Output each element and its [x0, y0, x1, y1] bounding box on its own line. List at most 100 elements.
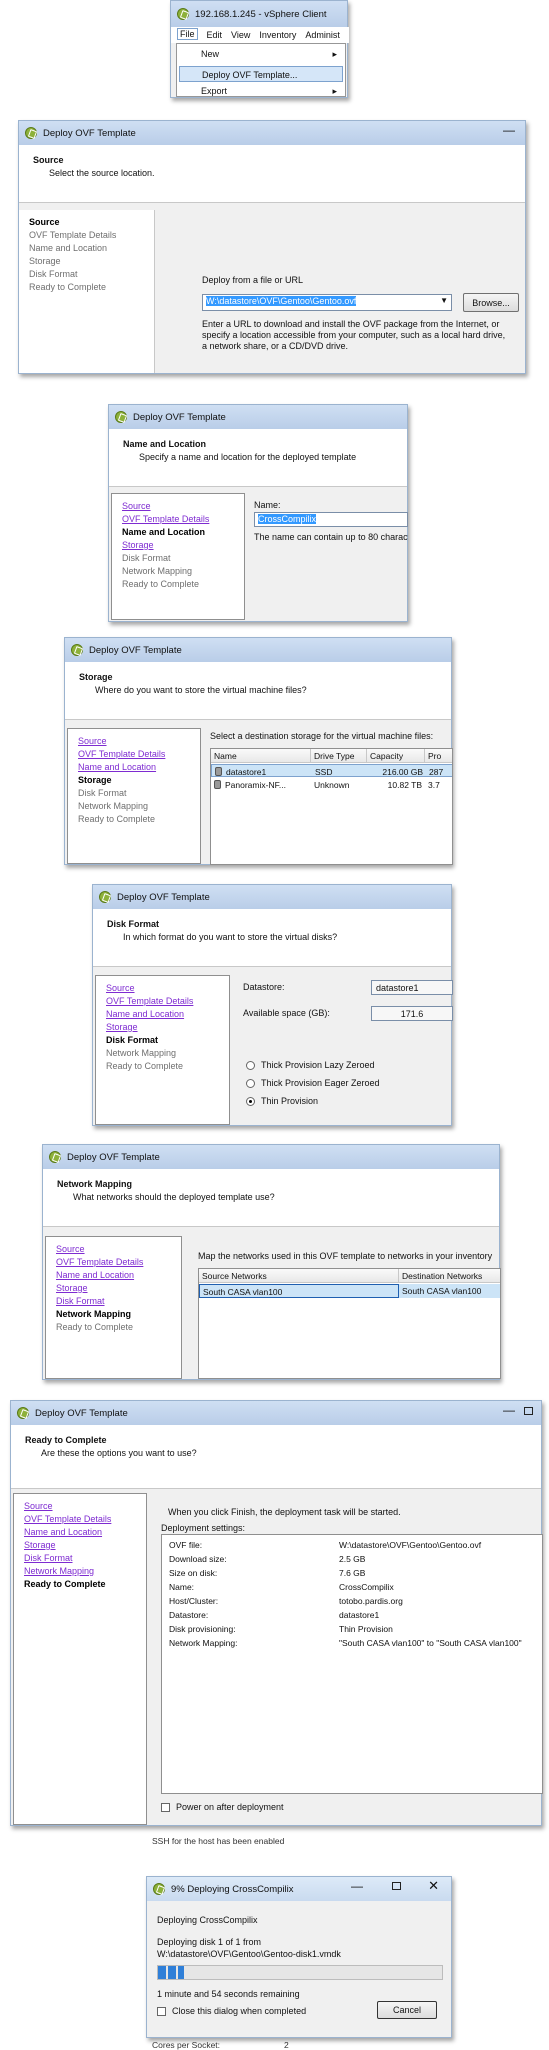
vm-name-input[interactable]: CrossCompilix: [254, 512, 408, 527]
setting-value: totobo.pardis.org: [339, 1596, 403, 1606]
step-ready: Ready to Complete: [122, 579, 200, 589]
datastore-icon: [215, 767, 222, 776]
wizard-storage: Deploy OVF Template Storage Where do you …: [64, 637, 453, 865]
progress-heading: Deploying CrossCompilix: [157, 1915, 258, 1925]
step-ready: Ready to Complete: [78, 814, 156, 824]
step-ovf-details[interactable]: OVF Template Details: [24, 1513, 136, 1526]
wizard-title-bar: Deploy OVF Template —: [19, 121, 525, 145]
col-header-pro[interactable]: Pro: [425, 749, 452, 763]
step-ovf-details[interactable]: OVF Template Details: [122, 513, 234, 526]
close-when-complete-label[interactable]: Close this dialog when completed: [172, 2006, 306, 2016]
page-title: Storage: [79, 672, 113, 682]
vsphere-logo-icon: [25, 127, 37, 139]
wizard-name-location: Deploy OVF Template Name and Location Spe…: [108, 404, 408, 622]
step-source[interactable]: Source: [106, 982, 219, 995]
wizard-steps: Source OVF Template Details Name and Loc…: [45, 1236, 182, 1379]
col-header-drive-type[interactable]: Drive Type: [311, 749, 367, 763]
step-disk-format[interactable]: Disk Format: [56, 1295, 171, 1308]
close-when-complete-checkbox[interactable]: [157, 2007, 166, 2016]
setting-key: Disk provisioning:: [169, 1624, 236, 1634]
step-source[interactable]: Source: [122, 500, 234, 513]
step-source[interactable]: Source: [24, 1500, 136, 1513]
minimize-icon[interactable]: —: [503, 123, 515, 137]
step-name-location[interactable]: Name and Location: [56, 1269, 171, 1282]
step-storage[interactable]: Storage: [122, 539, 234, 552]
cancel-button[interactable]: Cancel: [377, 2001, 437, 2019]
page-title: Source: [33, 155, 64, 165]
step-ready: Ready to Complete: [24, 1579, 106, 1589]
step-storage[interactable]: Storage: [106, 1021, 219, 1034]
step-network-mapping[interactable]: Network Mapping: [24, 1565, 136, 1578]
ovf-path-combobox[interactable]: W:\datastore\OVF\Gentoo\Gentoo.ovf ▼: [202, 294, 452, 311]
page-header: Network Mapping What networks should the …: [43, 1169, 499, 1227]
submenu-arrow-icon: ▸: [332, 49, 337, 59]
page-header: Source Select the source location.: [19, 145, 525, 203]
page-header: Ready to Complete Are these the options y…: [11, 1425, 541, 1489]
table-row[interactable]: South CASA vlan100 South CASA vlan100: [199, 1284, 500, 1298]
menu-file[interactable]: File: [177, 28, 198, 40]
table-row[interactable]: Panoramix-NF... Unknown 10.82 TB 3.7: [211, 778, 452, 791]
step-storage[interactable]: Storage: [56, 1282, 171, 1295]
table-row[interactable]: datastore1 SSD 216.00 GB 287: [211, 764, 452, 777]
close-icon[interactable]: ✕: [428, 1878, 439, 1894]
vsphere-logo-icon: [177, 8, 189, 20]
wizard-title-bar: Deploy OVF Template: [65, 638, 451, 662]
setting-value: Thin Provision: [339, 1624, 393, 1634]
menu-administration[interactable]: Administ: [305, 30, 340, 40]
step-name-location[interactable]: Name and Location: [24, 1526, 136, 1539]
step-storage[interactable]: Storage: [24, 1539, 136, 1552]
radio-thick-eager[interactable]: [246, 1079, 255, 1088]
vsphere-logo-icon: [71, 644, 83, 656]
step-disk-format[interactable]: Disk Format: [24, 1552, 136, 1565]
power-on-label[interactable]: Power on after deployment: [176, 1802, 284, 1812]
chevron-down-icon[interactable]: ▼: [440, 296, 448, 305]
select-storage-label: Select a destination storage for the vir…: [210, 731, 434, 741]
option-thick-lazy[interactable]: Thick Provision Lazy Zeroed: [261, 1060, 375, 1070]
available-space-label: Available space (GB):: [243, 1008, 330, 1018]
step-name-location[interactable]: Name and Location: [106, 1008, 219, 1021]
page-subtitle: Are these the options you want to use?: [41, 1448, 197, 1458]
progress-line2: W:\datastore\OVF\Gentoo\Gentoo-disk1.vmd…: [157, 1949, 341, 1959]
step-network-mapping: Network Mapping: [56, 1309, 132, 1319]
step-ovf-details[interactable]: OVF Template Details: [106, 995, 219, 1008]
radio-thin[interactable]: [246, 1097, 255, 1106]
col-header-capacity[interactable]: Capacity: [367, 749, 425, 763]
wizard-steps: Source OVF Template Details Name and Loc…: [19, 210, 155, 373]
browse-button[interactable]: Browse...: [463, 293, 519, 312]
menu-edit[interactable]: Edit: [207, 30, 223, 40]
col-header-name[interactable]: Name: [211, 749, 311, 763]
step-disk-format: Disk Format: [122, 553, 171, 563]
step-ovf-details[interactable]: OVF Template Details: [78, 748, 190, 761]
maximize-icon[interactable]: [392, 1882, 401, 1890]
wizard-title-bar: Deploy OVF Template: [43, 1145, 499, 1169]
minimize-icon[interactable]: —: [351, 1879, 363, 1893]
col-header-destination-networks[interactable]: Destination Networks: [399, 1269, 500, 1283]
menu-inventory[interactable]: Inventory: [259, 30, 296, 40]
wizard-title-bar: Deploy OVF Template —: [11, 1401, 541, 1425]
option-thick-eager[interactable]: Thick Provision Eager Zeroed: [261, 1078, 380, 1088]
step-ready: Ready to Complete: [56, 1322, 134, 1332]
setting-value: 2.5 GB: [339, 1554, 366, 1564]
step-source[interactable]: Source: [78, 735, 190, 748]
maximize-icon[interactable]: [524, 1407, 533, 1415]
menu-item-new[interactable]: New ▸: [177, 47, 345, 61]
minimize-icon[interactable]: —: [503, 1403, 515, 1417]
file-dropdown: New ▸ Deploy OVF Template... Export ▸: [176, 43, 346, 97]
option-thin[interactable]: Thin Provision: [261, 1096, 318, 1106]
power-on-checkbox[interactable]: [161, 1803, 170, 1812]
progress-line1: Deploying disk 1 of 1 from: [157, 1937, 262, 1947]
page-subtitle: Select the source location.: [49, 168, 155, 178]
radio-thick-lazy[interactable]: [246, 1061, 255, 1070]
wizard-title: Deploy OVF Template: [35, 1407, 128, 1419]
step-source: Source: [29, 217, 60, 227]
menu-item-export[interactable]: Export ▸: [177, 84, 345, 98]
col-header-source-networks[interactable]: Source Networks: [199, 1269, 399, 1283]
time-remaining: 1 minute and 54 seconds remaining: [157, 1989, 300, 1999]
vsphere-client-window: 192.168.1.245 - vSphere Client File Edit…: [170, 0, 349, 98]
menu-item-deploy-ovf[interactable]: Deploy OVF Template...: [179, 66, 343, 82]
menu-view[interactable]: View: [231, 30, 250, 40]
step-source[interactable]: Source: [56, 1243, 171, 1256]
step-ovf-details[interactable]: OVF Template Details: [56, 1256, 171, 1269]
step-network-mapping: Network Mapping: [78, 801, 149, 811]
step-name-location[interactable]: Name and Location: [78, 761, 190, 774]
